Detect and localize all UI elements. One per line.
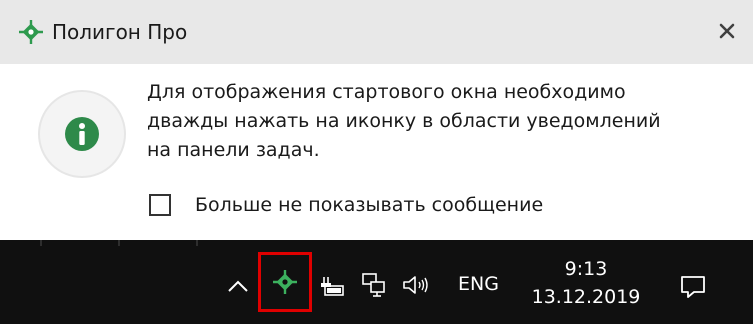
input-language-indicator[interactable]: ENG [458,270,499,298]
message-line: на панели задач. [147,139,320,161]
action-center-button[interactable] [678,273,708,301]
balloon-body: Для отображения стартового окна необходи… [8,64,745,240]
dont-show-again-checkbox[interactable] [149,194,171,216]
battery-icon [321,277,344,296]
balloon-title-bar: Полигон Про [0,0,753,64]
taskbar-divider [196,240,198,246]
dont-show-again-option[interactable]: Больше не показывать сообщение [149,191,543,219]
clock-button[interactable]: 9:13 13.12.2019 [531,252,641,314]
taskbar-divider [40,240,42,246]
clock-time: 9:13 [564,258,608,280]
polygon-pro-tray-button[interactable] [258,252,312,312]
show-hidden-icons-button[interactable] [224,272,252,300]
notification-message: Для отображения стартового окна необходи… [147,78,727,165]
balloon-title: Полигон Про [52,20,188,44]
chevron-up-icon [228,280,248,292]
network-icon [362,273,385,297]
volume-button[interactable] [400,271,434,299]
close-button[interactable] [710,14,744,48]
clock-date: 13.12.2019 [531,286,641,308]
dont-show-again-label[interactable]: Больше не показывать сообщение [195,194,543,216]
network-button[interactable] [361,271,387,299]
close-icon [719,23,735,39]
polygon-pro-tray-icon [273,270,297,294]
volume-icon [403,276,428,294]
info-badge [38,90,126,178]
message-line: Для отображения стартового окна необходи… [147,81,626,103]
info-icon [65,117,99,151]
battery-button[interactable] [319,273,345,299]
message-line: дважды нажать на иконку в области уведом… [147,110,661,132]
polygon-pro-app-icon [18,19,44,45]
notification-balloon: Полигон Про Для отображения стартового о… [0,0,753,240]
taskbar: ENG 9:13 13.12.2019 [0,240,753,324]
action-center-icon [681,276,705,298]
taskbar-divider [118,240,120,246]
